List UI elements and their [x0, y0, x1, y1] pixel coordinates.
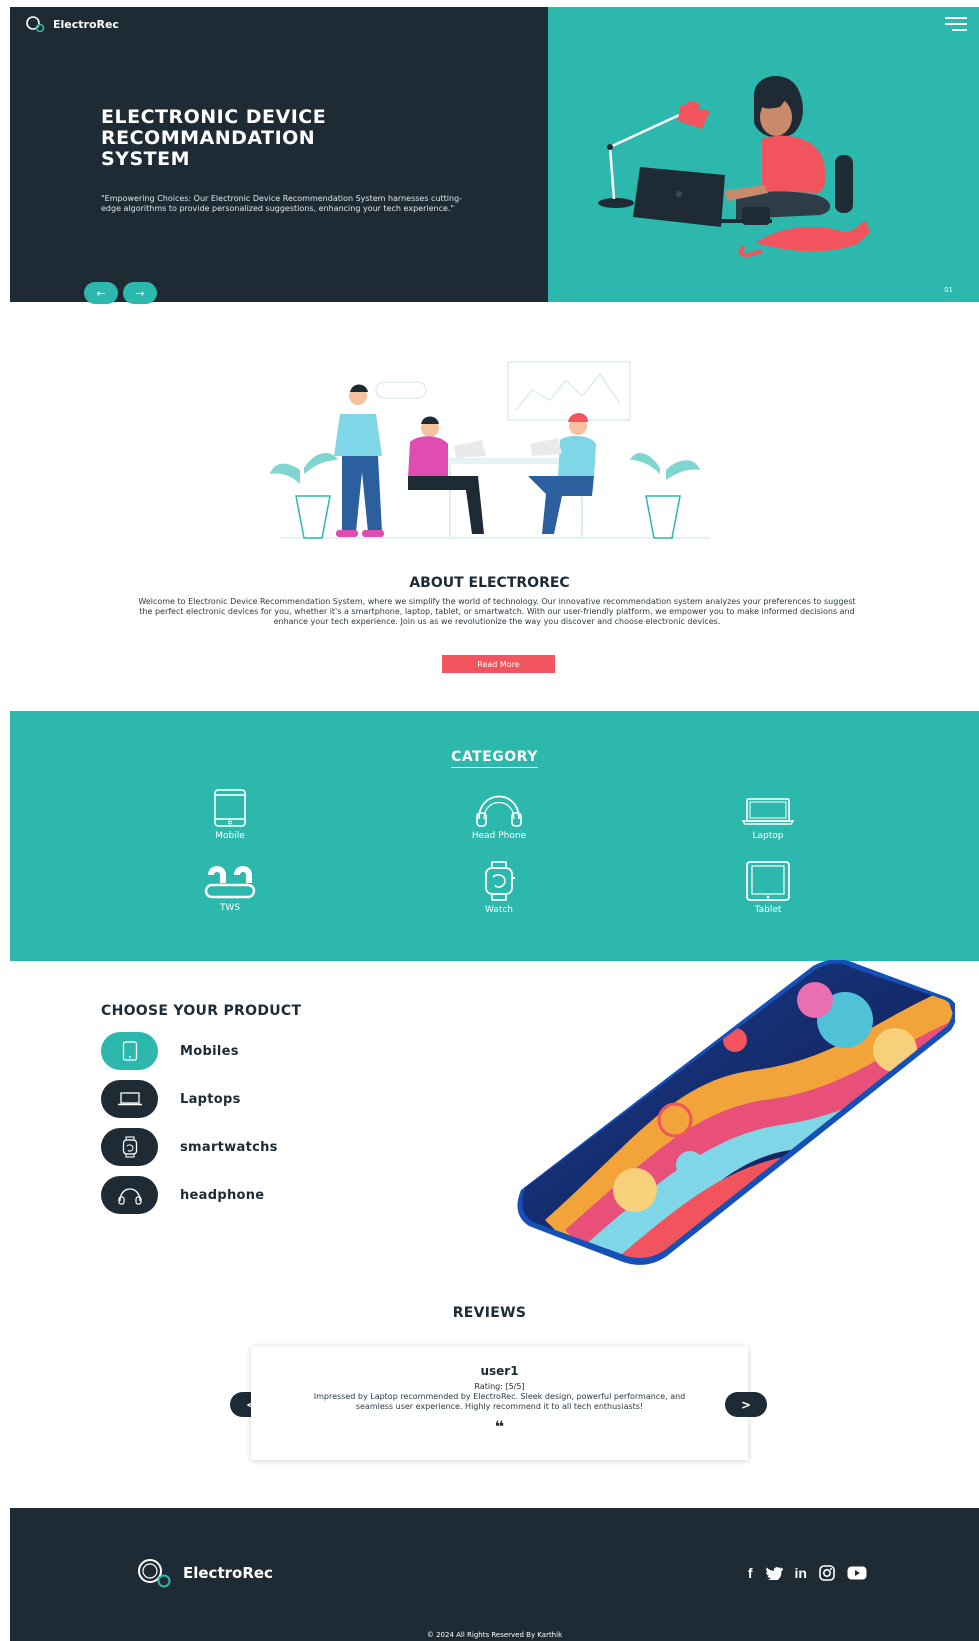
brand-logo[interactable]: ElectroRec: [25, 15, 119, 33]
category-item-tws[interactable]: TWS: [170, 861, 290, 913]
copyright-text: © 2024 All Rights Reserved By Karthik: [426, 1631, 563, 1639]
hero-section: ElectroRec ELECTRONIC DEVICE RECOMMANDAT…: [10, 7, 979, 302]
facebook-icon[interactable]: f: [748, 1565, 753, 1581]
product-icon-badge: [101, 1080, 158, 1118]
twitter-icon[interactable]: [765, 1566, 783, 1580]
product-option-smartwatchs[interactable]: smartwatchs: [101, 1128, 278, 1166]
youtube-icon[interactable]: [847, 1566, 867, 1580]
review-card: user1 Rating: [5/5] Impressed by Laptop …: [251, 1346, 748, 1460]
category-label: Mobile: [215, 831, 245, 841]
headphone-icon: [476, 795, 522, 827]
brand-name: ElectroRec: [53, 17, 119, 31]
laptop-icon: [741, 798, 795, 825]
product-label: headphone: [180, 1187, 265, 1203]
earbuds-icon: [204, 866, 256, 899]
hero-tagline: "Empowering Choices: Our Electronic Devi…: [101, 194, 463, 213]
hero-title: ELECTRONIC DEVICE RECOMMANDATION SYSTEM: [101, 106, 327, 170]
tablet-icon: [746, 861, 790, 901]
social-links: f in: [748, 1565, 867, 1581]
watch-icon: [122, 1136, 137, 1158]
hero-next-button[interactable]: →: [123, 282, 157, 304]
footer: ElectroRec f in © 2024 All Rights Reserv…: [10, 1508, 979, 1641]
footer-brand-name: ElectroRec: [183, 1564, 273, 1582]
category-title-text: CATEGORY: [451, 749, 538, 768]
category-label: Head Phone: [471, 831, 527, 841]
quote-icon: ❝: [494, 1417, 505, 1436]
product-option-laptops[interactable]: Laptops: [101, 1080, 241, 1118]
product-label: smartwatchs: [180, 1139, 278, 1155]
category-item-headphone[interactable]: Head Phone: [439, 789, 559, 841]
logo-icon: [138, 1559, 171, 1588]
category-item-tablet[interactable]: Tablet: [708, 861, 828, 915]
category-item-mobile[interactable]: Mobile: [170, 789, 290, 841]
about-text: Welcome to Electronic Device Recommendat…: [138, 597, 856, 626]
headphone-icon: [117, 1188, 142, 1205]
slide-indicator: 01: [944, 286, 953, 294]
choose-product-title: CHOOSE YOUR PRODUCT: [101, 1003, 302, 1019]
product-icon-badge: [101, 1032, 158, 1070]
product-label: Laptops: [180, 1091, 241, 1107]
smartphone-image: [517, 960, 955, 1265]
product-icon-badge: [101, 1176, 158, 1214]
review-next-button[interactable]: >: [725, 1392, 767, 1417]
team-illustration: [270, 361, 710, 539]
product-icon-badge: [101, 1128, 158, 1166]
hero-illustration-panel: 01: [548, 7, 979, 302]
watch-icon: [485, 861, 515, 901]
woman-laptop-illustration: [598, 76, 870, 258]
about-title: ABOUT ELECTROREC: [409, 575, 570, 591]
category-label: Laptop: [752, 831, 784, 841]
category-title: CATEGORY: [10, 749, 979, 768]
logo-icon: [26, 16, 45, 33]
hero-text-panel: ElectroRec ELECTRONIC DEVICE RECOMMANDAT…: [10, 7, 548, 302]
footer-brand-logo[interactable]: ElectroRec: [135, 1558, 273, 1588]
reviews-title: REVIEWS: [452, 1305, 527, 1321]
product-label: Mobiles: [180, 1043, 239, 1059]
review-rating: Rating: [5/5]: [474, 1382, 525, 1391]
instagram-icon[interactable]: [819, 1565, 835, 1581]
hero-slider-controls: ← →: [84, 282, 157, 304]
review-text: Impressed by Laptop recommended by Elect…: [313, 1392, 686, 1411]
mobile-icon: [214, 789, 246, 827]
mobile-icon: [122, 1041, 137, 1061]
linkedin-icon[interactable]: in: [795, 1565, 807, 1581]
product-option-headphone[interactable]: headphone: [101, 1176, 264, 1214]
menu-icon[interactable]: [945, 17, 967, 31]
read-more-button[interactable]: Read More: [442, 655, 555, 673]
review-username: user1: [480, 1364, 519, 1378]
category-section: CATEGORY Mobile Head Phone Laptop TWS Wa…: [10, 711, 979, 961]
laptop-icon: [117, 1092, 142, 1106]
category-label: TWS: [219, 903, 241, 913]
product-option-mobiles[interactable]: Mobiles: [101, 1032, 239, 1070]
category-label: Tablet: [754, 905, 782, 915]
category-label: Watch: [484, 905, 514, 915]
hero-prev-button[interactable]: ←: [84, 282, 118, 304]
category-item-watch[interactable]: Watch: [439, 861, 559, 915]
category-item-laptop[interactable]: Laptop: [708, 789, 828, 841]
